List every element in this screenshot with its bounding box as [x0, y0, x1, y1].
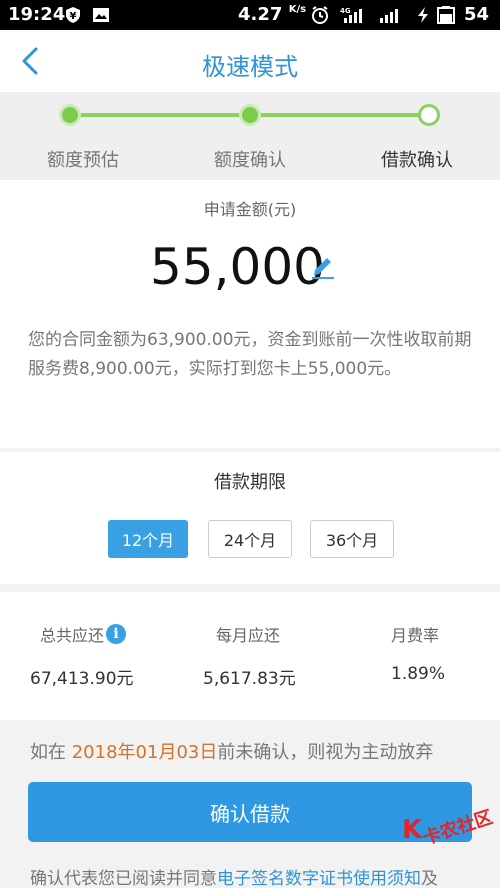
step-label-estimate: 额度预估: [47, 150, 119, 171]
amount-caption: 申请金额(元): [203, 200, 297, 219]
term-option-36[interactable]: 36个月: [310, 520, 394, 558]
battery-icon: [437, 6, 455, 24]
amount-card: 申请金额(元) 55,000 您的合同金额为63,900.00元，资金到账前一次…: [0, 180, 500, 448]
loan-amount: 55,000: [150, 238, 325, 296]
progress-steps: 额度预估 额度确认 借款确认: [0, 92, 500, 180]
step-label-confirm-limit: 额度确认: [214, 150, 286, 171]
info-icon[interactable]: i: [106, 624, 127, 644]
certificate-notice-link[interactable]: 电子签名数字证书使用须知: [217, 869, 421, 888]
status-bar: 19:24 ¥ 4.27 K/s 4G 54: [0, 0, 500, 30]
total-repay-label: 总共应还 i: [40, 622, 127, 646]
monthly-rate-value: 1.89%: [391, 664, 446, 684]
status-time: 19:24: [8, 4, 66, 25]
step-dot-done: [239, 104, 261, 126]
step-label-confirm-loan: 借款确认: [381, 150, 453, 171]
agreement-text: 确认代表您已阅读并同意电子签名数字证书使用须知及: [30, 869, 438, 888]
term-caption: 借款期限: [214, 472, 286, 493]
pencil-icon[interactable]: [310, 252, 336, 280]
svg-text:¥: ¥: [70, 11, 77, 22]
monthly-repay-value: 5,617.83元: [203, 669, 296, 689]
page-title: 极速模式: [202, 53, 298, 81]
term-card: 借款期限 12个月 24个月 36个月: [0, 452, 500, 584]
yuan-notification-icon: ¥: [66, 7, 80, 23]
term-option-12[interactable]: 12个月: [108, 520, 188, 558]
step-dot-current: [418, 104, 440, 126]
svg-text:4G: 4G: [340, 7, 351, 15]
battery-level: 54: [464, 4, 490, 25]
signal-4g-icon: 4G: [340, 7, 362, 23]
monthly-repay-label: 每月应还: [216, 626, 281, 645]
total-repay-value: 67,413.90元: [30, 669, 134, 689]
watermark-logo: K 卡农社区: [402, 806, 495, 848]
image-notification-icon: [93, 8, 109, 22]
contract-note: 您的合同金额为63,900.00元，资金到账前一次性收取前期服务费8,900.0…: [28, 330, 472, 379]
term-option-24[interactable]: 24个月: [208, 520, 292, 558]
step-dot-done: [59, 104, 81, 126]
nav-bar: 极速模式: [0, 30, 500, 92]
monthly-rate-label: 月费率: [391, 626, 440, 645]
deadline-notice: 如在 2018年01月03日前未确认，则视为主动放弃: [30, 742, 434, 763]
step-connector: [70, 113, 250, 117]
charging-icon: [418, 7, 428, 23]
alarm-icon: [312, 6, 328, 24]
step-connector: [250, 113, 428, 117]
repayment-stats: 总共应还 i 每月应还 月费率 67,413.90元 5,617.83元 1.8…: [0, 592, 500, 720]
deadline-date: 2018年01月03日: [71, 742, 218, 763]
signal-icon: [380, 9, 398, 23]
svg-text:卡农社区: 卡农社区: [420, 806, 495, 848]
network-speed: 4.27 K/s: [238, 4, 307, 25]
